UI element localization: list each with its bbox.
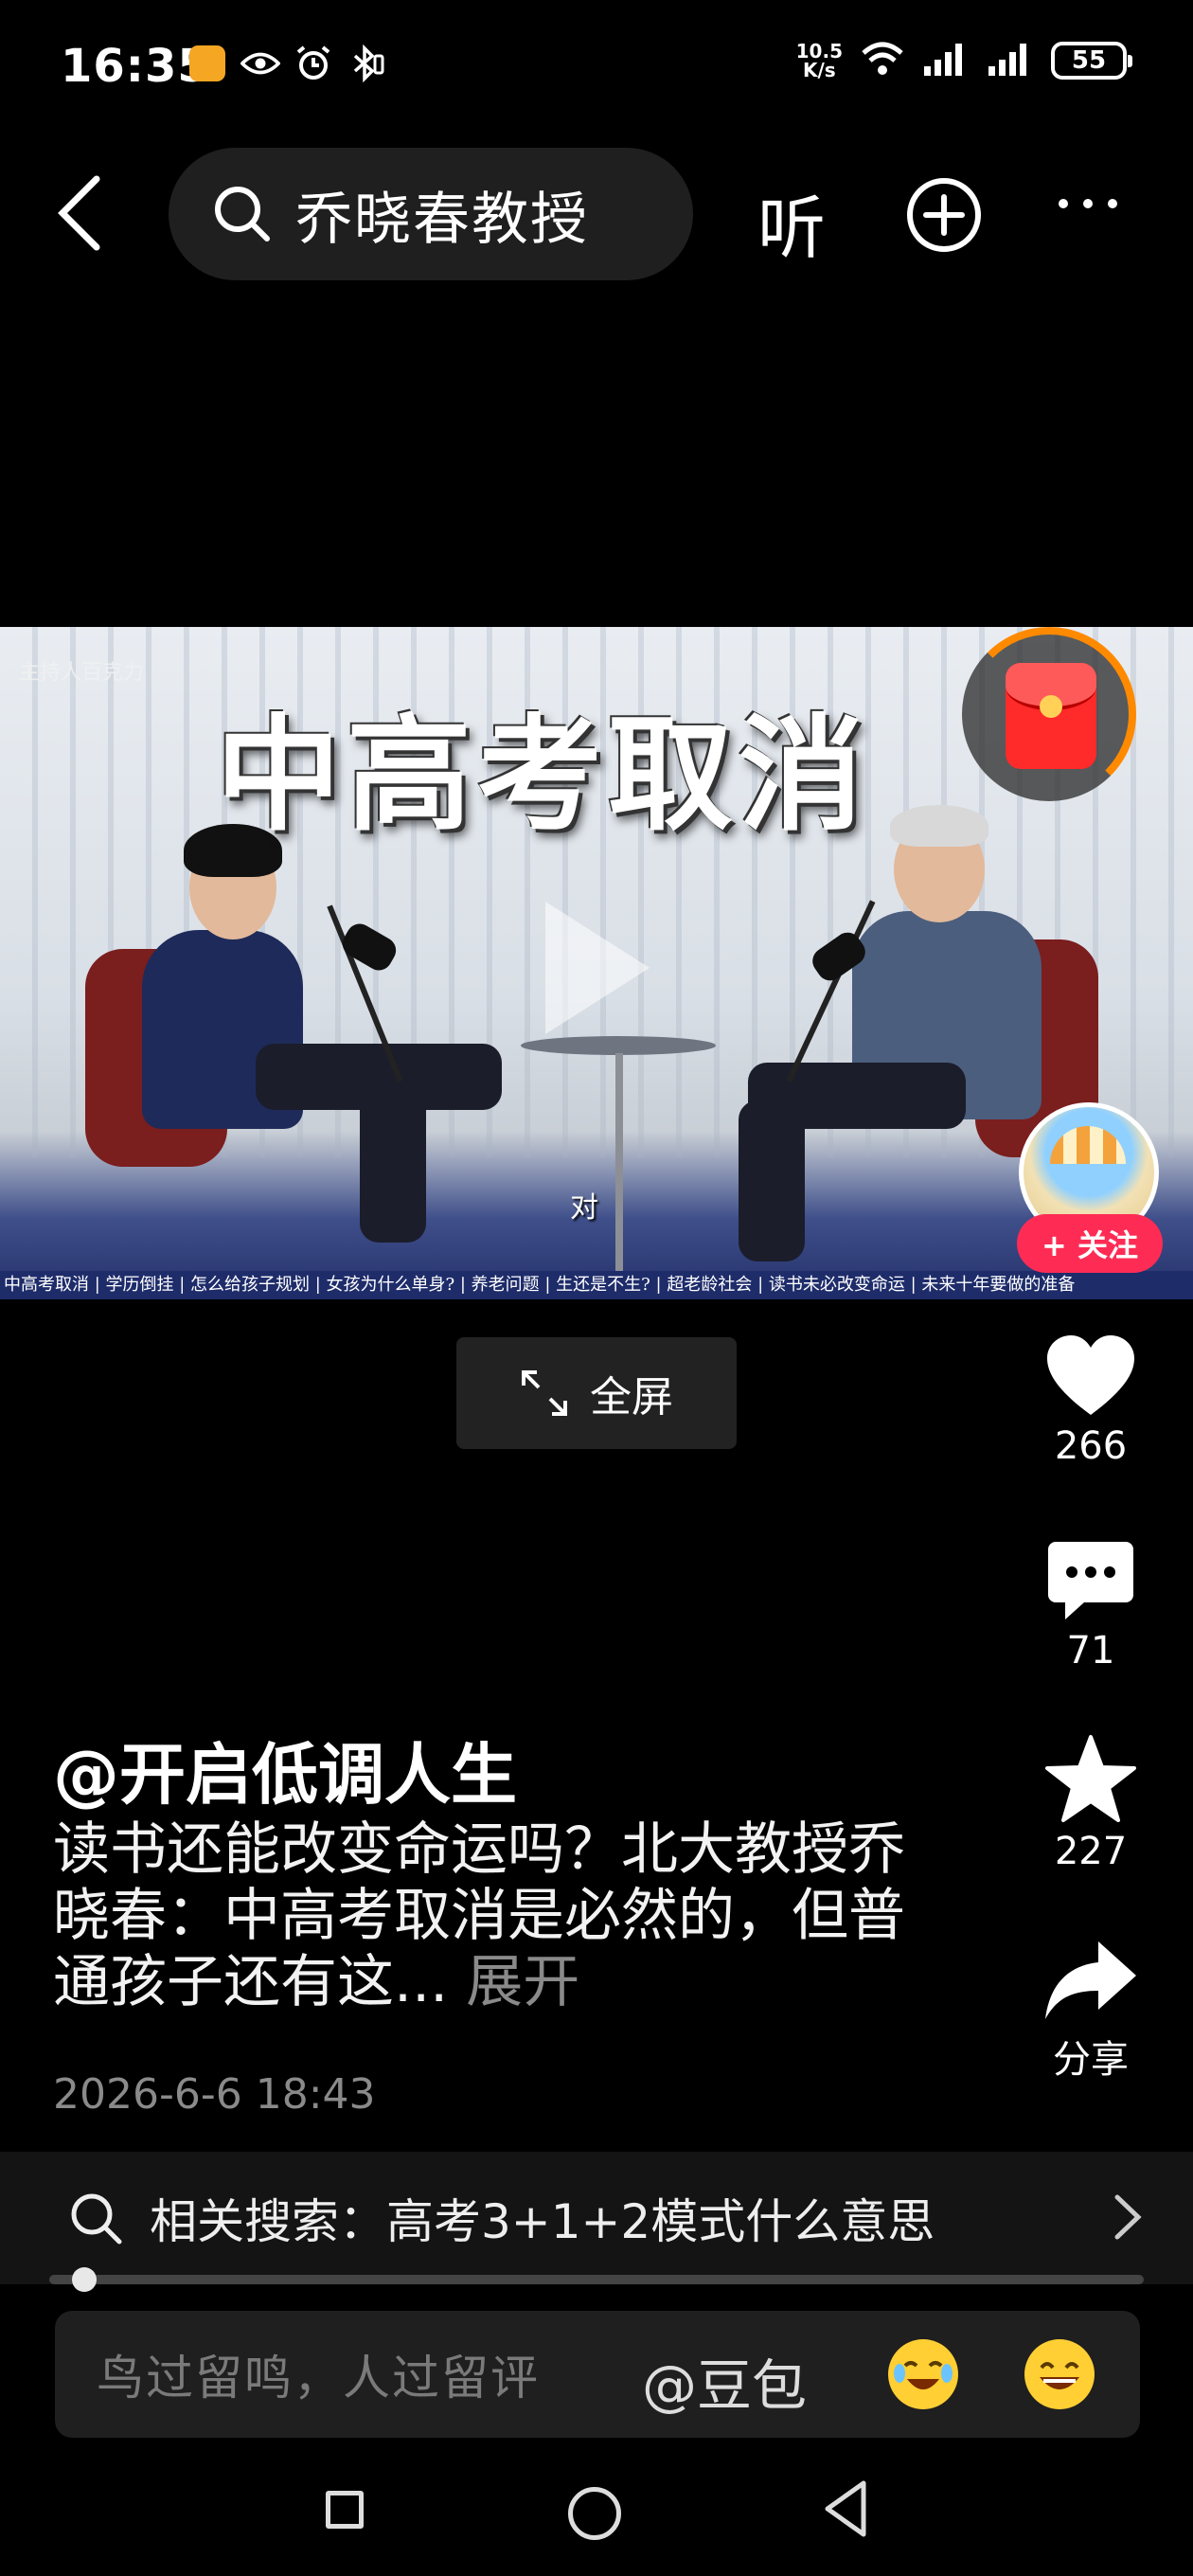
star-icon — [1045, 1735, 1136, 1822]
author-name[interactable]: @开启低调人生 — [53, 1722, 517, 1817]
comment-placeholder: 鸟过留鸣，人过留评 — [97, 2351, 540, 2406]
battery-indicator: 55 — [1051, 42, 1132, 80]
comment-icon — [1048, 1542, 1133, 1619]
publish-date: 2026-6-6 18:43 — [53, 2070, 376, 2119]
related-search-bar[interactable]: 相关搜索：高考3+1+2模式什么意思 — [0, 2152, 1193, 2284]
share-arrow-icon — [1045, 1941, 1136, 2019]
heart-icon — [1047, 1335, 1134, 1415]
bluetooth-icon — [347, 44, 386, 83]
share-button[interactable]: 分享 — [1034, 1938, 1148, 2084]
recent-apps-button[interactable] — [326, 2491, 364, 2529]
listen-button[interactable]: 听 — [757, 172, 826, 272]
wifi-icon — [860, 40, 905, 81]
red-packet-timer[interactable] — [962, 627, 1136, 801]
like-button[interactable]: 266 — [1034, 1333, 1148, 1468]
fullscreen-label: 全屏 — [590, 1373, 673, 1422]
network-speed: 10.5 K/s — [795, 40, 843, 81]
favorite-button[interactable]: 227 — [1034, 1733, 1148, 1873]
system-back-button[interactable] — [820, 2478, 871, 2544]
video-player[interactable]: 主持人百克力 中高考取消 对 中高考取消 | 学历倒挂 | 怎么给孩子规划 | … — [0, 627, 1193, 1299]
search-icon — [71, 2193, 122, 2245]
more-options-button[interactable] — [1059, 199, 1117, 208]
search-query: 乔晓春教授 — [295, 186, 589, 253]
laughing-crying-emoji-icon[interactable] — [888, 2339, 958, 2409]
expand-icon — [522, 1370, 567, 1416]
grinning-emoji-icon[interactable] — [1024, 2339, 1095, 2409]
favorite-count: 227 — [1054, 1830, 1128, 1873]
search-box[interactable]: 乔晓春教授 — [169, 148, 693, 280]
comment-button[interactable]: 71 — [1034, 1540, 1148, 1673]
back-button[interactable] — [53, 175, 110, 251]
search-icon — [215, 187, 270, 242]
signal-icon-1 — [922, 40, 970, 81]
comment-input[interactable]: 鸟过留鸣，人过留评 @豆包 — [55, 2311, 1140, 2438]
related-search-text: 相关搜索：高考3+1+2模式什么意思 — [150, 2194, 935, 2249]
add-button[interactable] — [905, 176, 983, 254]
comment-count: 71 — [1066, 1629, 1115, 1673]
back-triangle-icon — [825, 2480, 866, 2537]
chevron-right-icon — [1114, 2194, 1142, 2240]
chevron-left-icon — [58, 175, 100, 251]
side-table — [521, 1036, 716, 1055]
like-count: 266 — [1054, 1424, 1128, 1468]
video-description: 读书还能改变命运吗？北大教授乔晓春：中高考取消是必然的，但普通孩子还有这... … — [53, 1816, 905, 2015]
eye-icon — [240, 44, 280, 83]
video-headline: 中高考取消 — [216, 703, 869, 849]
video-subtitle: 对 — [570, 1191, 598, 1225]
progress-handle[interactable] — [72, 2267, 97, 2292]
share-label: 分享 — [1053, 2038, 1129, 2082]
red-packet-icon — [1006, 663, 1096, 769]
mention-doubao-button[interactable]: @豆包 — [642, 2341, 807, 2421]
video-ticker: 中高考取消 | 学历倒挂 | 怎么给孩子规划 | 女孩为什么单身? | 养老问题… — [0, 1271, 1193, 1299]
signal-icon-2 — [987, 40, 1034, 81]
play-icon[interactable] — [545, 902, 650, 1034]
video-progress-bar[interactable] — [49, 2275, 1144, 2284]
plus-circle-icon — [907, 178, 981, 252]
status-icons-left — [187, 44, 386, 83]
home-button[interactable] — [568, 2487, 621, 2540]
app-notification-icon — [187, 44, 227, 83]
fullscreen-button[interactable]: 全屏 — [456, 1337, 737, 1449]
host-label: 主持人百克力 — [19, 661, 145, 685]
follow-button[interactable]: + 关注 — [1017, 1214, 1163, 1273]
status-icons-right: 10.5 K/s 55 — [795, 40, 1132, 81]
expand-link[interactable]: 展开 — [466, 1949, 579, 2015]
alarm-icon — [294, 44, 333, 83]
